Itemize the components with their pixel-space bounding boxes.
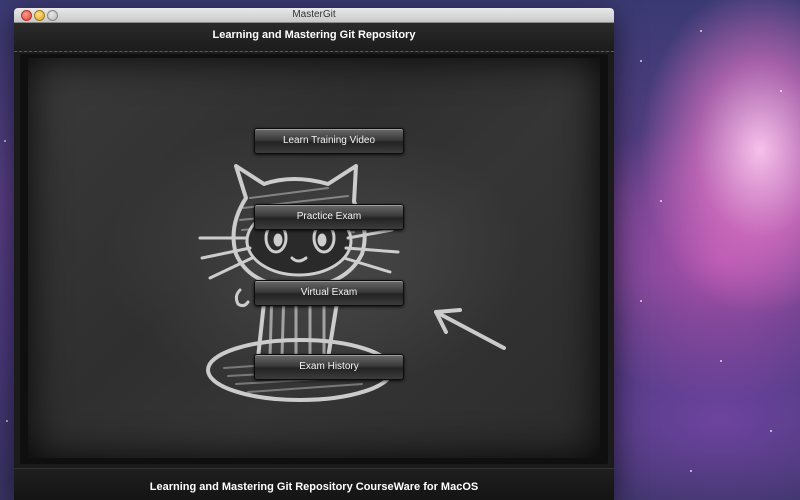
learn-training-video-button[interactable]: Learn Training Video	[254, 128, 404, 154]
header-title: Learning and Mastering Git Repository	[212, 29, 416, 41]
chalk-arrow-icon	[434, 308, 506, 350]
window-title: MasterGit	[292, 9, 336, 20]
app-window: MasterGit Learning and Mastering Git Rep…	[14, 8, 614, 500]
desktop-star	[780, 90, 782, 92]
chalkboard: Learn Training Video Practice Exam Virtu…	[28, 58, 600, 458]
desktop-star	[700, 30, 702, 32]
desktop-star	[6, 420, 8, 422]
desktop-star	[640, 300, 642, 302]
desktop-star	[690, 470, 692, 472]
practice-exam-button[interactable]: Practice Exam	[254, 204, 404, 230]
exam-history-button[interactable]: Exam History	[254, 354, 404, 380]
desktop-star	[660, 200, 662, 202]
octocat-chalk-drawing	[198, 164, 506, 402]
desktop-star	[640, 60, 642, 62]
desktop-star	[770, 430, 772, 432]
desktop-star	[4, 140, 6, 142]
footer-text: Learning and Mastering Git Repository Co…	[149, 481, 479, 493]
header-bar: Learning and Mastering Git Repository	[14, 23, 614, 52]
chalkboard-frame: Learn Training Video Practice Exam Virtu…	[20, 54, 608, 464]
title-bar[interactable]: MasterGit	[14, 8, 614, 23]
desktop-star	[720, 360, 722, 362]
virtual-exam-button[interactable]: Virtual Exam	[254, 280, 404, 306]
footer-bar: Learning and Mastering Git Repository Co…	[14, 468, 614, 500]
